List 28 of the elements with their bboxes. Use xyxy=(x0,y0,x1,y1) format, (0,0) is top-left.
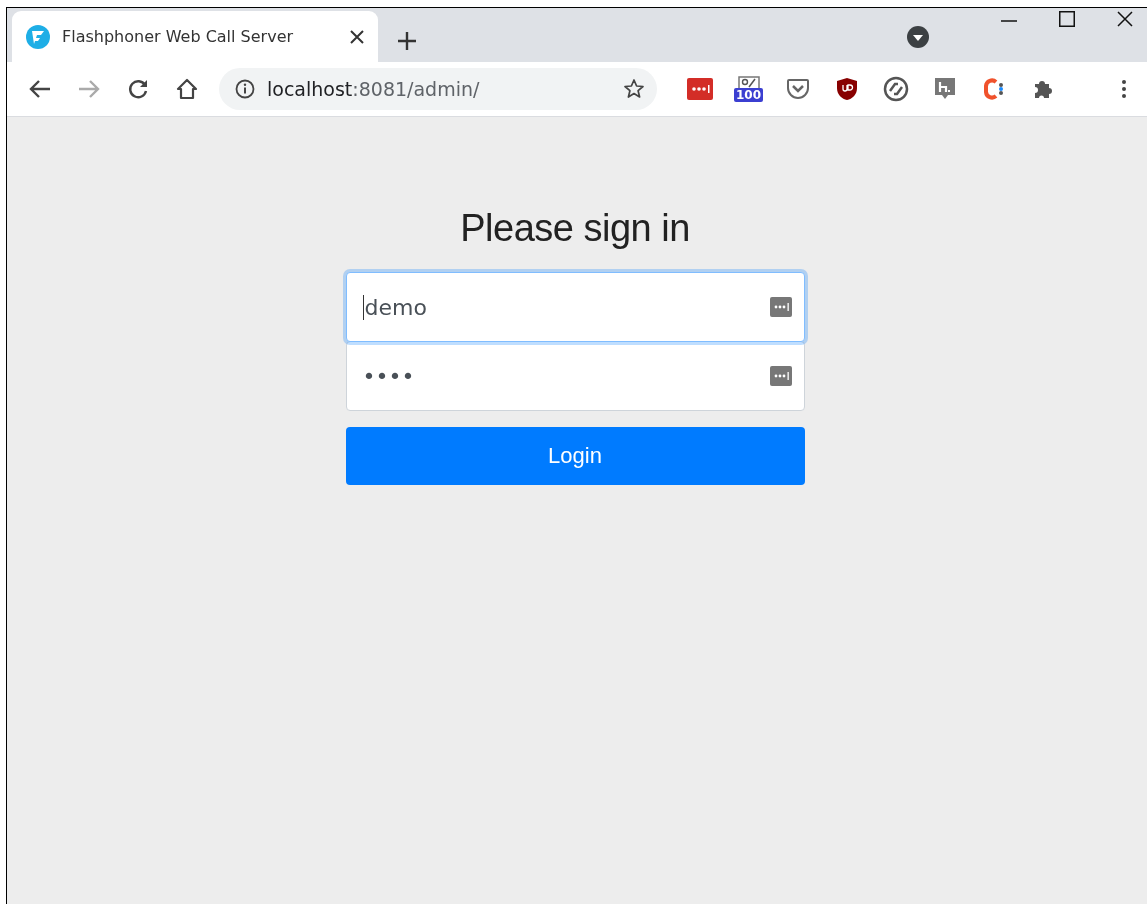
back-icon[interactable] xyxy=(28,79,51,99)
colorzilla-icon[interactable] xyxy=(982,76,1005,102)
username-field[interactable]: demo xyxy=(345,272,805,342)
url-text: localhost:8081/admin/ xyxy=(267,78,481,100)
pocket-icon[interactable] xyxy=(785,78,810,100)
shield-icon[interactable] xyxy=(835,77,858,101)
login-button[interactable]: Login xyxy=(345,427,805,485)
browser-tab[interactable]: Flashphoner Web Call Server xyxy=(12,11,378,62)
sync-icon[interactable] xyxy=(882,76,909,102)
dropdown-icon[interactable] xyxy=(907,26,929,48)
info-icon[interactable] xyxy=(235,79,255,99)
home-icon[interactable] xyxy=(175,78,198,100)
close-icon[interactable] xyxy=(350,29,364,44)
tab-title: Flashphoner Web Call Server xyxy=(62,27,295,46)
new-tab-icon[interactable] xyxy=(398,32,416,50)
close-icon[interactable] xyxy=(1117,11,1133,27)
password-field[interactable]: •••• xyxy=(345,341,805,411)
reload-icon[interactable] xyxy=(126,78,149,100)
page-heading: Please sign in xyxy=(459,207,691,250)
maximize-icon[interactable] xyxy=(1059,11,1075,27)
hypothesis-icon[interactable] xyxy=(933,77,956,101)
address-bar[interactable]: localhost:8081/admin/ xyxy=(219,68,657,110)
password-manager-icon[interactable] xyxy=(769,366,792,386)
menu-icon[interactable] xyxy=(1121,79,1127,99)
star-icon[interactable] xyxy=(623,78,645,100)
password-manager-icon[interactable] xyxy=(686,78,713,100)
password-manager-icon[interactable] xyxy=(769,297,792,317)
app-logo-icon xyxy=(26,24,50,49)
